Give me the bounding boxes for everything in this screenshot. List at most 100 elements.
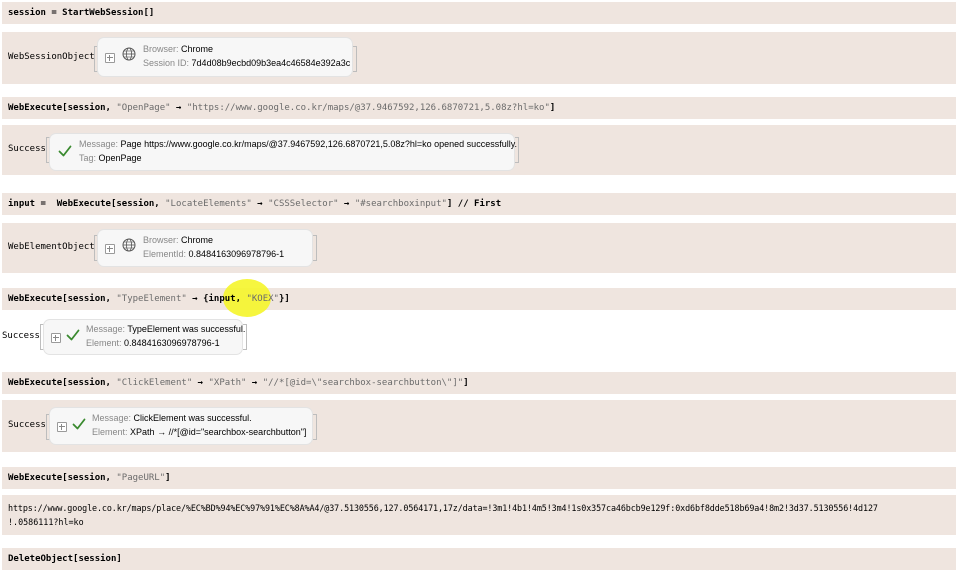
- message-key: Message:: [92, 413, 132, 423]
- output-cell-page-url: https://www.google.co.kr/maps/place/%EC%…: [2, 495, 956, 535]
- code-text: WebExecute[session,: [8, 294, 117, 304]
- input-cell-type-element[interactable]: WebExecute[session, "TypeElement" → {inp…: [2, 279, 956, 317]
- string-literal: "LocateElements": [165, 199, 252, 209]
- rule-arrow: →: [192, 378, 209, 388]
- checkmark-icon: [66, 329, 80, 341]
- browser-row: Browser: Chrome: [143, 235, 213, 245]
- string-literal: "TypeElement": [116, 294, 187, 304]
- input-cell-locate-elements[interactable]: input = WebExecute[session, "LocateEleme…: [2, 193, 956, 215]
- code-text: input = WebExecute[session,: [8, 199, 166, 209]
- globe-icon: [122, 238, 136, 252]
- checkmark-icon: [58, 145, 72, 157]
- session-id-key: Session ID:: [143, 58, 190, 68]
- code-type-element: WebExecute[session, "TypeElement" → {inp…: [8, 294, 290, 304]
- element-value: XPath → //*[@id="searchbox-searchbutton"…: [130, 427, 307, 437]
- code-start-session: session = StartWebSession[]: [8, 8, 155, 18]
- code-open-page: WebExecute[session, "OpenPage" → "https:…: [8, 103, 555, 113]
- output-cell-type-success: Success Message: TypeElement was success…: [0, 316, 960, 358]
- element-row: Element: XPath → //*[@id="searchbox-sear…: [92, 427, 306, 437]
- string-literal: "OpenPage": [116, 103, 171, 113]
- output-head-websessionobject: WebSessionObject: [8, 52, 95, 62]
- browser-value: Chrome: [181, 44, 214, 54]
- tag-key: Tag:: [79, 153, 97, 163]
- message-value: TypeElement was successful.: [127, 324, 246, 334]
- code-delete-object: DeleteObject[session]: [8, 554, 122, 564]
- right-bracket: [313, 414, 317, 440]
- success-panel: Message: Page https://www.google.co.kr/m…: [50, 134, 517, 170]
- rule-arrow: →: [170, 103, 187, 113]
- message-row: Message: TypeElement was successful.: [86, 324, 245, 334]
- string-literal: "#searchboxinput": [354, 199, 447, 209]
- output-head-success: Success: [8, 144, 46, 154]
- input-cell-start-session[interactable]: session = StartWebSession[]: [2, 2, 956, 24]
- globe-icon: [122, 47, 136, 61]
- message-key: Message:: [79, 139, 119, 149]
- string-literal: "CSSSelector": [268, 199, 339, 209]
- code-click-element: WebExecute[session, "ClickElement" → "XP…: [8, 378, 469, 388]
- input-cell-delete-object[interactable]: DeleteObject[session]: [2, 548, 956, 570]
- string-literal: "ClickElement": [116, 378, 193, 388]
- browser-key: Browser:: [143, 44, 179, 54]
- element-id-row: ElementId: 0.8484163096978796-1: [143, 249, 284, 259]
- output-cell-session-object: WebSessionObject Browser: Chrome Session…: [2, 32, 956, 84]
- session-id-row: Session ID: 7d4d08b9ecbd09b3ea4c46584e39…: [143, 58, 350, 68]
- browser-value: Chrome: [181, 235, 214, 245]
- code-locate-elements: input = WebExecute[session, "LocateEleme…: [8, 199, 501, 209]
- code-text: ]: [463, 378, 469, 388]
- rule-arrow: →: [251, 199, 269, 209]
- code-text: WebExecute[session,: [8, 473, 117, 483]
- right-bracket: [353, 46, 357, 72]
- input-cell-open-page[interactable]: WebExecute[session, "OpenPage" → "https:…: [2, 97, 956, 119]
- output-cell-element-object: WebElementObject Browser: Chrome Element…: [2, 223, 956, 273]
- success-panel: Message: ClickElement was successful. El…: [50, 408, 312, 444]
- code-text: WebExecute[session,: [8, 378, 117, 388]
- expand-icon[interactable]: [51, 333, 61, 343]
- element-key: Element:: [92, 427, 128, 437]
- code-text: }]: [278, 294, 290, 304]
- checkmark-icon: [72, 418, 86, 430]
- url-output-line-1: https://www.google.co.kr/maps/place/%EC%…: [8, 503, 878, 513]
- element-value: 0.8484163096978796-1: [124, 338, 220, 348]
- code-text: ]: [549, 103, 556, 113]
- string-literal: "//*[@id=\"searchbox-searchbutton\"]": [262, 378, 464, 388]
- tag-row: Tag: OpenPage: [79, 153, 142, 163]
- element-row: Element: 0.8484163096978796-1: [86, 338, 220, 348]
- right-bracket: [243, 324, 247, 350]
- success-panel: Message: TypeElement was successful. Ele…: [44, 320, 245, 354]
- output-cell-open-page-success: Success Message: Page https://www.google…: [2, 125, 956, 175]
- output-head-success: Success: [2, 331, 40, 341]
- code-text: WebExecute[session,: [8, 103, 117, 113]
- session-id-value: 7d4d08b9ecbd09b3ea4c46584e392a3c: [191, 58, 351, 68]
- url-output-line-2: !.0586111?hl=ko: [8, 517, 84, 527]
- right-bracket: [313, 235, 317, 261]
- element-summary-panel: Browser: Chrome ElementId: 0.84841630969…: [98, 230, 312, 266]
- string-literal: "XPath": [208, 378, 247, 388]
- message-row: Message: Page https://www.google.co.kr/m…: [79, 139, 517, 149]
- code-text: ] // First: [446, 199, 502, 209]
- element-id-key: ElementId:: [143, 249, 187, 259]
- code-text: ]: [165, 473, 171, 483]
- browser-key: Browser:: [143, 235, 179, 245]
- right-bracket: [515, 137, 519, 163]
- element-id-value: 0.8484163096978796-1: [188, 249, 285, 259]
- output-head-success: Success: [8, 420, 46, 430]
- message-row: Message: ClickElement was successful.: [92, 413, 252, 423]
- message-key: Message:: [86, 324, 126, 334]
- element-key: Element:: [86, 338, 122, 348]
- expand-icon[interactable]: [105, 53, 115, 63]
- code-text: → {input,: [186, 294, 247, 304]
- output-head-webelementobject: WebElementObject: [8, 242, 95, 252]
- string-literal-koex: "KOEX": [246, 294, 279, 304]
- string-literal: "PageURL": [116, 473, 166, 483]
- input-cell-click-element[interactable]: WebExecute[session, "ClickElement" → "XP…: [2, 372, 956, 394]
- session-summary-panel: Browser: Chrome Session ID: 7d4d08b9ecbd…: [98, 38, 352, 76]
- string-literal: "https://www.google.co.kr/maps/@37.94675…: [186, 103, 550, 113]
- input-cell-page-url[interactable]: WebExecute[session, "PageURL"]: [2, 467, 956, 489]
- message-value: Page https://www.google.co.kr/maps/@37.9…: [120, 139, 518, 149]
- tag-value: OpenPage: [98, 153, 142, 163]
- code-page-url: WebExecute[session, "PageURL"]: [8, 473, 171, 483]
- expand-icon[interactable]: [57, 422, 67, 432]
- expand-icon[interactable]: [105, 244, 115, 254]
- message-value: ClickElement was successful.: [133, 413, 252, 423]
- output-cell-click-success: Success Message: ClickElement was succes…: [2, 400, 956, 452]
